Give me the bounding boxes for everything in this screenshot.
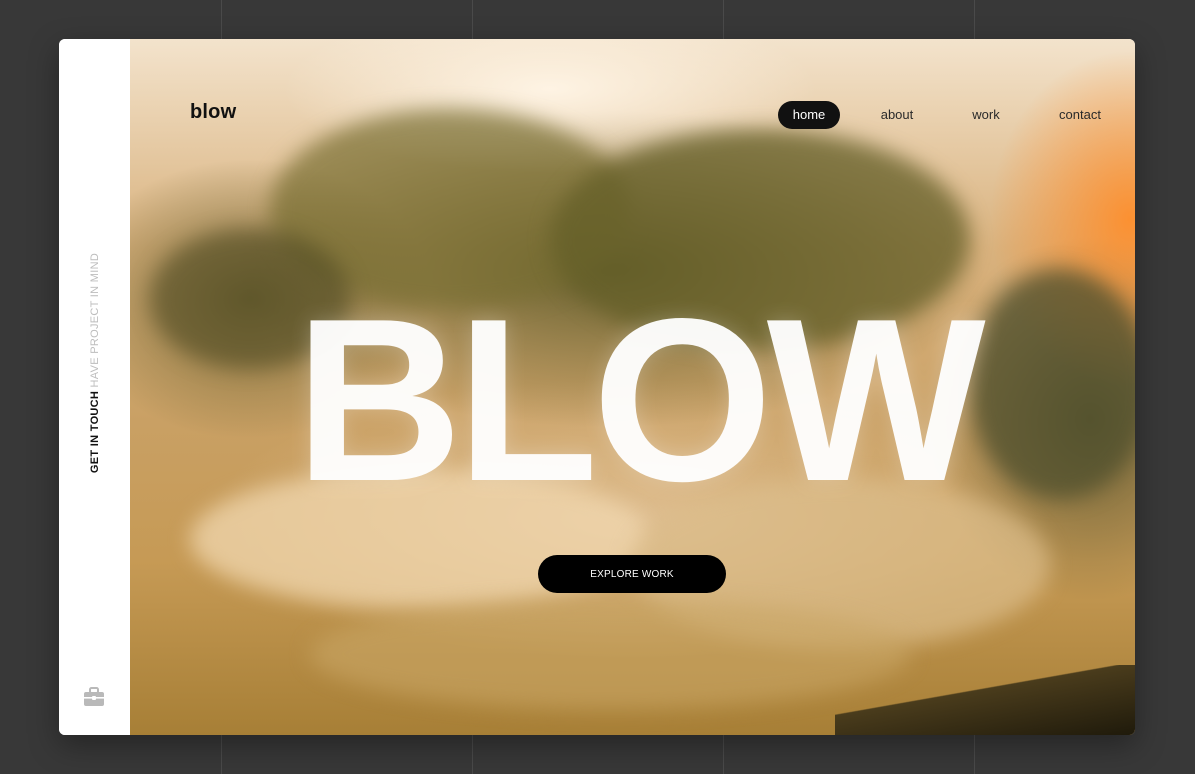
project-in-mind-label: HAVE PROJECT IN MIND bbox=[88, 252, 101, 388]
site-logo[interactable]: blow bbox=[190, 101, 236, 124]
get-in-touch-link[interactable]: GET IN TOUCH HAVE PROJECT IN MIND bbox=[89, 253, 101, 473]
nav-item-contact[interactable]: contact bbox=[1054, 101, 1106, 129]
explore-work-button[interactable]: EXPLORE WORK bbox=[538, 555, 726, 593]
hero-headline: BLOW bbox=[295, 271, 986, 530]
nav-item-work[interactable]: work bbox=[969, 101, 1003, 129]
side-rail-text-wrap: GET IN TOUCH HAVE PROJECT IN MIND bbox=[59, 247, 130, 479]
hillside-silhouette bbox=[835, 665, 1135, 735]
side-rail: GET IN TOUCH HAVE PROJECT IN MIND bbox=[59, 39, 130, 735]
browser-frame: GET IN TOUCH HAVE PROJECT IN MIND blow h… bbox=[59, 39, 1135, 735]
hero-section: blow home about work contact BLOW EXPLOR… bbox=[130, 39, 1135, 735]
nav-item-home[interactable]: home bbox=[778, 101, 840, 129]
smoke-cloud bbox=[310, 599, 910, 709]
get-in-touch-label: GET IN TOUCH bbox=[88, 390, 101, 474]
nav-item-about[interactable]: about bbox=[876, 101, 918, 129]
briefcase-icon[interactable] bbox=[83, 687, 105, 707]
